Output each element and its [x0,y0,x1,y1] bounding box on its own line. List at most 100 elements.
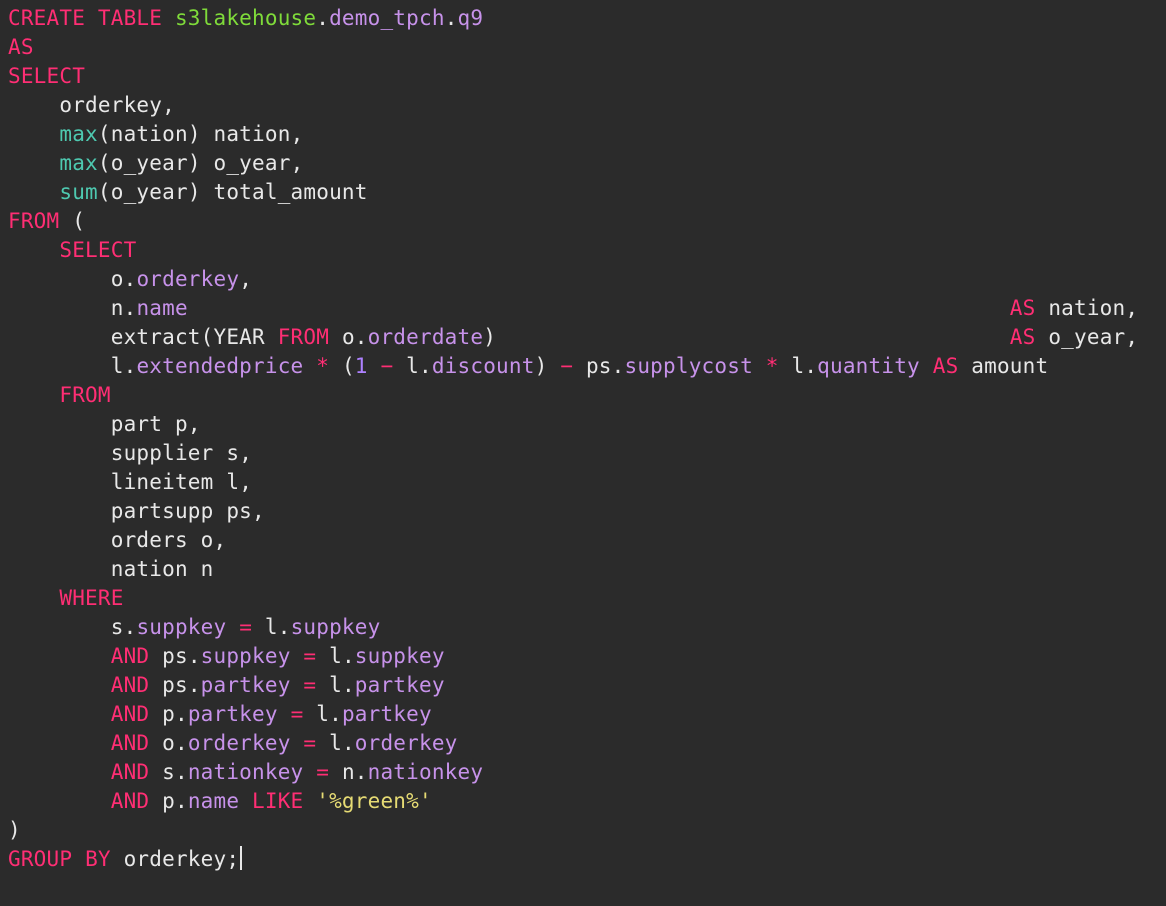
alias-s: s [226,441,239,465]
col-orderkey: orderkey [136,267,239,291]
comma: , [239,441,252,465]
where-right-col: orderkey [355,731,458,755]
alias-o: o [201,528,214,552]
table-lineitem: lineitem [111,470,214,494]
where-left-table: ps [162,673,188,697]
alias-p: p [175,412,188,436]
paren: ) [535,354,548,378]
paren: ) [188,180,201,204]
comma: , [252,499,265,523]
where-left-col: suppkey [201,644,291,668]
dot: . [342,644,355,668]
comma: , [1125,325,1138,349]
keyword-table: TABLE [98,6,162,30]
dot: . [342,673,355,697]
where-left-col: partkey [201,673,291,697]
table-orders: orders [111,528,188,552]
comma: , [239,267,252,291]
where-right-table: l [265,615,278,639]
where-right-col: partkey [355,673,445,697]
close-paren: ) [8,818,21,842]
where-right-col: partkey [342,702,432,726]
dot: . [124,354,137,378]
function-max: max [59,122,98,146]
keyword-select: SELECT [8,64,85,88]
paren: ( [342,354,355,378]
where-right-table: n [342,760,355,784]
operator-star: * [766,354,779,378]
text-cursor [240,846,242,870]
keyword-and: AND [111,789,150,813]
dot: . [355,760,368,784]
keyword-select-inner: SELECT [59,238,136,262]
keyword-and: AND [111,644,150,668]
dot: . [124,615,137,639]
dot: . [278,615,291,639]
paren: ( [201,325,214,349]
tbl-alias-l: l [791,354,804,378]
table-partsupp: partsupp [111,499,214,523]
where-left-table: s [162,760,175,784]
keyword-and: AND [111,731,150,755]
dot: . [355,325,368,349]
operator-eq: = [316,760,329,784]
dot: . [342,731,355,755]
table-part: part [111,412,162,436]
operator-eq: = [239,615,252,639]
col-orderdate: orderdate [368,325,484,349]
alias-oyear: o_year [214,151,291,175]
where-right-table: l [329,644,342,668]
keyword-like: LIKE [252,789,303,813]
literal-one: 1 [355,354,368,378]
operator-eq: = [291,702,304,726]
paren: ( [98,122,111,146]
dot: . [124,267,137,291]
string-literal-green: '%green%' [316,789,432,813]
arg-nation: nation [111,122,188,146]
keyword-from: FROM [8,209,59,233]
where-left-table: p [162,702,175,726]
dot: . [175,731,188,755]
dot: . [804,354,817,378]
alias-amount: amount [971,354,1048,378]
alias-nation: nation [1048,296,1125,320]
dot: . [316,6,329,30]
col-name: name [136,296,187,320]
dot: . [175,760,188,784]
dot: . [445,6,458,30]
dot: . [175,702,188,726]
keyword-as: AS [1010,325,1036,349]
arg-oyear: o_year [111,180,188,204]
paren: ) [483,325,496,349]
where-left-table: p [162,789,175,813]
operator-eq: = [303,644,316,668]
tbl-alias-l: l [111,354,124,378]
keyword-by: BY [85,847,111,871]
operator-eq: = [303,673,316,697]
function-extract: extract [111,325,201,349]
operator-minus: − [380,354,393,378]
database-name: demo_tpch [329,6,445,30]
operator-minus: − [560,354,573,378]
tbl-alias-l: l [406,354,419,378]
semicolon: ; [226,847,239,871]
comma: , [291,151,304,175]
function-sum: sum [59,180,98,204]
tbl-alias-o: o [111,267,124,291]
dot: . [175,789,188,813]
where-left-col: orderkey [188,731,291,755]
alias-l: l [226,470,239,494]
paren: ( [98,151,111,175]
sql-code-block[interactable]: CREATE TABLE s3lakehouse.demo_tpch.q9 AS… [0,0,1166,882]
alias-oyear: o_year [1048,325,1125,349]
comma: , [214,528,227,552]
where-right-table: l [329,731,342,755]
col-supplycost: supplycost [625,354,753,378]
keyword-from: FROM [278,325,329,349]
table-nation: nation [111,557,188,581]
where-right-col: nationkey [368,760,484,784]
alias-totalamount: total_amount [214,180,368,204]
table-name: q9 [458,6,484,30]
alias-nation: nation [214,122,291,146]
where-left-col: nationkey [188,760,304,784]
